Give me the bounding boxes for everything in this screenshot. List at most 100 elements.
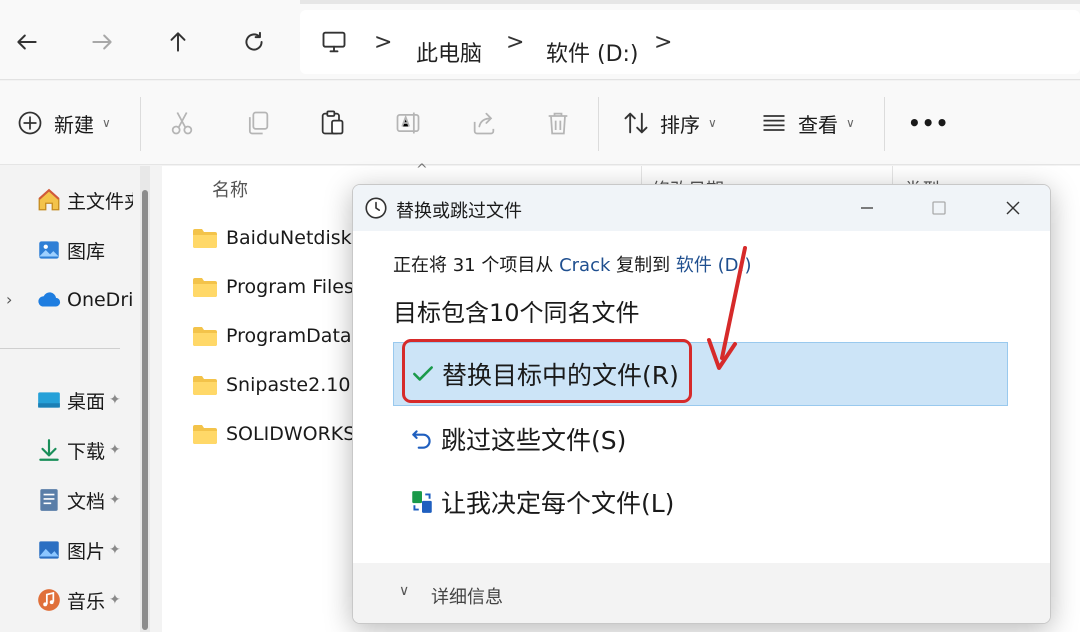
pin-icon[interactable]: ✦ — [109, 392, 121, 408]
nav-item-downloads[interactable]: 下载 ✦ — [0, 432, 140, 468]
toolbar-divider — [140, 97, 141, 151]
breadcrumb-this-pc[interactable]: 此电脑 — [416, 36, 482, 68]
dialog-footer: ∨ 详细信息 — [353, 563, 1050, 623]
forward-button[interactable] — [84, 24, 120, 60]
copy-icon — [248, 111, 269, 135]
nav-item-onedrive[interactable]: OneDrive — [0, 282, 140, 318]
sort-label: 排序 — [660, 112, 700, 137]
option-label: 跳过这些文件(S) — [441, 426, 627, 455]
tab-strip-edge — [300, 0, 1080, 4]
back-button[interactable] — [9, 24, 45, 60]
file-row[interactable]: SOLIDWORKS — [192, 419, 354, 449]
nav-item-label: 文档 — [67, 490, 106, 513]
chevron-down-icon: ∨ — [102, 116, 111, 130]
breadcrumb[interactable]: > 此电脑 > 软件 (D:) > — [300, 10, 1080, 74]
nav-scrollbar[interactable] — [140, 166, 150, 632]
rename-button[interactable] — [394, 105, 422, 141]
nav-item-pictures[interactable]: 图片 ✦ — [0, 532, 140, 568]
option-label: 让我决定每个文件(L) — [441, 489, 675, 518]
nav-item-music[interactable]: 音乐 ✦ — [0, 582, 140, 618]
sort-indicator-icon: ^ — [416, 162, 428, 178]
address-bar: > 此电脑 > 软件 (D:) > — [0, 0, 1080, 80]
maximize-icon — [932, 201, 946, 215]
share-icon — [473, 112, 495, 135]
nav-item-label: 桌面 — [67, 390, 106, 413]
music-icon — [38, 589, 60, 611]
share-button[interactable] — [470, 105, 498, 141]
arrow-up-icon — [170, 32, 186, 52]
dialog-title-bar[interactable]: 替换或跳过文件 — [353, 185, 1050, 231]
arrow-right-icon — [92, 34, 112, 50]
sort-icon — [624, 112, 648, 134]
file-name: Program Files — [226, 276, 354, 298]
toolbar-divider — [884, 97, 885, 151]
annotation-arrow — [707, 246, 747, 370]
status-prefix: 正在将 31 个项目从 — [393, 255, 560, 276]
document-icon — [40, 489, 58, 511]
chevron-down-icon: ∨ — [708, 116, 717, 130]
file-row[interactable]: Program Files — [192, 272, 354, 302]
scrollbar-thumb[interactable] — [142, 190, 148, 630]
nav-item-home[interactable]: 主文件夹 — [0, 182, 140, 218]
pin-icon[interactable]: ✦ — [109, 542, 121, 558]
copy-status: 正在将 31 个项目从 Crack 复制到 软件 (D:) — [393, 251, 752, 277]
nav-item-documents[interactable]: 文档 ✦ — [0, 482, 140, 518]
new-label: 新建 — [54, 112, 94, 137]
column-header-name[interactable]: 名称 — [212, 176, 248, 202]
skip-files-option[interactable]: 跳过这些文件(S) — [393, 407, 1008, 471]
up-button[interactable] — [160, 24, 196, 60]
nav-item-label: 图片 — [67, 540, 106, 563]
scissors-icon — [171, 112, 193, 135]
breadcrumb-separator: > — [506, 30, 525, 55]
pin-icon[interactable]: ✦ — [109, 492, 121, 508]
toolbar-divider — [598, 97, 599, 151]
computer-icon — [322, 31, 346, 53]
file-row[interactable]: Snipaste2.10.2 — [192, 370, 354, 400]
clock-icon — [365, 197, 387, 219]
nav-item-gallery[interactable]: 图库 — [0, 232, 140, 268]
sort-button[interactable]: 排序 ∨ — [622, 105, 717, 141]
nav-item-label: 主文件夹 — [67, 190, 133, 213]
minimize-button[interactable] — [845, 191, 889, 225]
desktop-icon — [38, 392, 60, 408]
decide-icon — [412, 491, 432, 513]
navigation-pane: 主文件夹 图库 › OneDrive 桌面 ✦ 下载 ✦ 文档 ✦ 图片 ✦ 音… — [0, 166, 140, 632]
file-row[interactable]: BaiduNetdiskDownload — [192, 223, 354, 253]
minimize-icon — [861, 207, 873, 209]
delete-button[interactable] — [544, 105, 572, 141]
home-icon — [38, 188, 60, 211]
more-details-toggle[interactable]: 详细信息 — [431, 583, 503, 609]
breadcrumb-drive-d[interactable]: 软件 (D:) — [546, 36, 639, 68]
nav-item-label: OneDrive — [67, 289, 133, 311]
folder-icon — [193, 278, 217, 297]
refresh-button[interactable] — [236, 24, 272, 60]
rename-icon — [396, 112, 420, 134]
command-bar: 新建 ∨ 排序 ∨ 查看 ∨ ••• — [0, 81, 1080, 165]
folder-icon — [193, 229, 217, 248]
chevron-down-icon[interactable]: ∨ — [399, 583, 409, 599]
source-link[interactable]: Crack — [559, 255, 610, 276]
file-row[interactable]: ProgramData — [192, 321, 354, 351]
nav-item-desktop[interactable]: 桌面 ✦ — [0, 382, 140, 418]
copy-button[interactable] — [244, 105, 272, 141]
skip-icon — [412, 430, 431, 449]
refresh-icon — [245, 31, 263, 51]
maximize-button[interactable] — [917, 191, 961, 225]
dialog-title: 替换或跳过文件 — [396, 201, 522, 222]
pin-icon[interactable]: ✦ — [109, 592, 121, 608]
view-button[interactable]: 查看 ∨ — [760, 105, 855, 141]
paste-button[interactable] — [318, 105, 346, 141]
cut-button[interactable] — [168, 105, 196, 141]
gallery-icon — [39, 241, 59, 259]
more-options-button[interactable]: ••• — [908, 105, 949, 141]
decide-each-file-option[interactable]: 让我决定每个文件(L) — [393, 470, 1008, 534]
new-button[interactable]: 新建 ∨ — [16, 105, 111, 141]
file-name: Snipaste2.10.2 — [226, 374, 354, 396]
breadcrumb-separator: > — [654, 30, 673, 55]
pin-icon[interactable]: ✦ — [109, 442, 121, 458]
view-label: 查看 — [798, 112, 838, 137]
file-name: BaiduNetdiskDownload — [226, 227, 354, 249]
close-button[interactable] — [991, 191, 1035, 225]
folder-icon — [193, 376, 217, 395]
nav-divider — [0, 348, 120, 349]
